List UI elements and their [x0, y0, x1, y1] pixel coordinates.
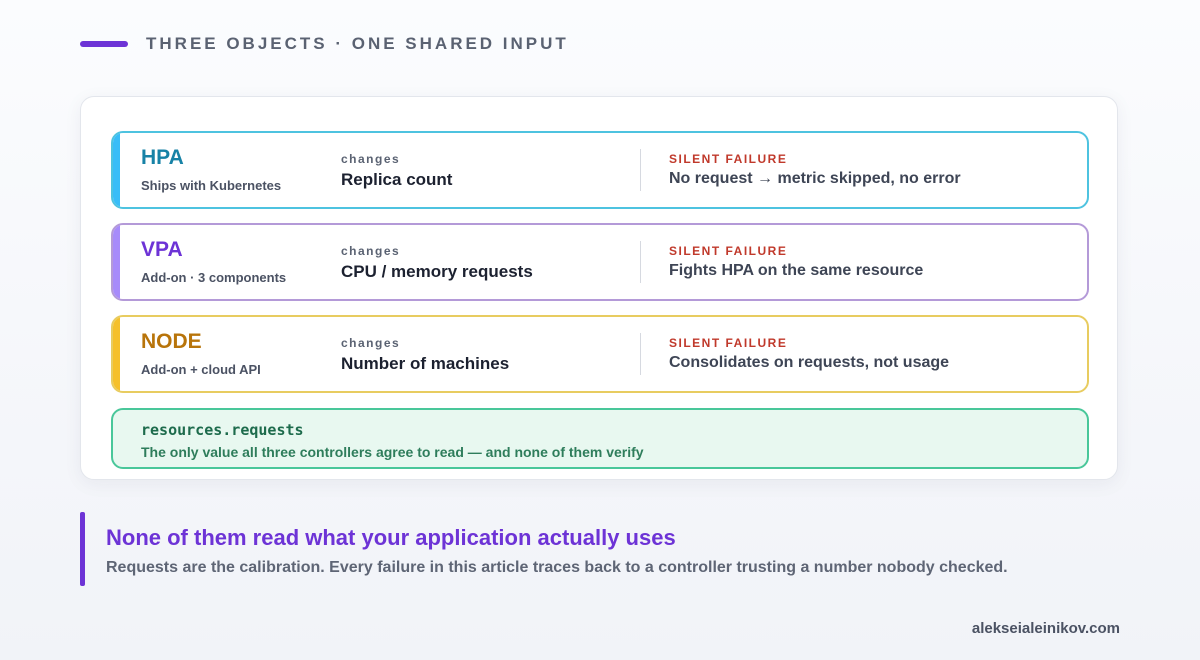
- failure-value: No request → metric skipped, no error: [669, 170, 961, 187]
- footer-site: alekseialeinikov.com: [971, 620, 1120, 637]
- row-accent-bar: [113, 133, 120, 207]
- failure-label: SILENT FAILURE: [669, 336, 788, 350]
- callout-accent-bar: [80, 512, 85, 586]
- objects-card: HPA Ships with Kubernetes changes Replic…: [80, 96, 1118, 480]
- changes-value: Number of machines: [341, 354, 510, 373]
- failure-value: Consolidates on requests, not usage: [669, 354, 950, 371]
- changes-label: changes: [341, 244, 401, 258]
- changes-label: changes: [341, 152, 401, 166]
- row-subtitle: Add-on + cloud API: [141, 362, 261, 377]
- row-accent-bar: [113, 225, 120, 299]
- callout-body: Requests are the calibration. Every fail…: [106, 559, 1008, 576]
- column-divider: [640, 149, 641, 191]
- row-name: VPA: [141, 238, 183, 261]
- row-subtitle: Add-on · 3 components: [141, 270, 287, 285]
- header-accent-bar: [80, 41, 128, 47]
- row-name: HPA: [141, 146, 184, 169]
- section-header: THREE OBJECTS · ONE SHARED INPUT: [80, 34, 569, 54]
- row-hpa: HPA Ships with Kubernetes changes Replic…: [111, 131, 1089, 209]
- column-divider: [640, 241, 641, 283]
- row-vpa: VPA Add-on · 3 components changes CPU / …: [111, 223, 1089, 301]
- failure-value: Fights HPA on the same resource: [669, 262, 924, 279]
- row-node: NODE Add-on + cloud API changes Number o…: [111, 315, 1089, 393]
- header-title: THREE OBJECTS · ONE SHARED INPUT: [146, 34, 569, 53]
- changes-value: CPU / memory requests: [341, 262, 533, 281]
- failure-label: SILENT FAILURE: [669, 244, 788, 258]
- shared-input-box: resources.requests The only value all th…: [111, 408, 1089, 469]
- shared-input-description: The only value all three controllers agr…: [141, 444, 644, 460]
- row-name: NODE: [141, 330, 202, 353]
- changes-label: changes: [341, 336, 401, 350]
- failure-label: SILENT FAILURE: [669, 152, 788, 166]
- row-accent-bar: [113, 317, 120, 391]
- callout-heading: None of them read what your application …: [106, 525, 676, 550]
- changes-value: Replica count: [341, 170, 453, 189]
- row-subtitle: Ships with Kubernetes: [141, 178, 282, 193]
- shared-input-code: resources.requests: [141, 421, 304, 439]
- column-divider: [640, 333, 641, 375]
